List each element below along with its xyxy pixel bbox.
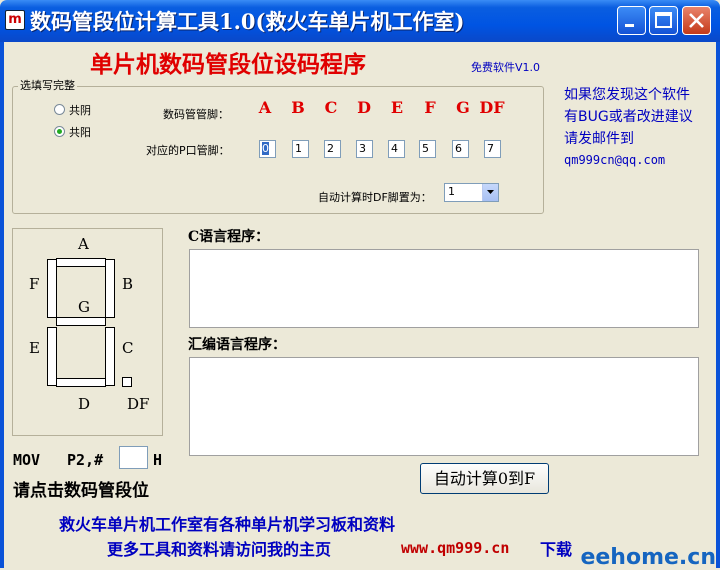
minimize-button[interactable]: [617, 6, 646, 35]
watermark: eehome.cn: [580, 545, 716, 570]
diagram-label-a: A: [78, 235, 89, 253]
window-frame-right: [716, 42, 720, 568]
hint-text: 请点击数码管段位: [13, 481, 149, 501]
diagram-label-e: E: [29, 339, 40, 357]
c-code-textarea[interactable]: [189, 249, 699, 328]
segment-letter-g: G: [456, 98, 470, 117]
asm-code-textarea[interactable]: [189, 357, 699, 456]
diagram-label-g: G: [78, 298, 90, 316]
radio-common-anode[interactable]: [54, 126, 65, 137]
pin-input-d[interactable]: 3: [356, 140, 373, 158]
c-code-label: C语言程序：: [188, 229, 270, 245]
radio-common-cathode-label[interactable]: 共阴: [69, 102, 91, 118]
pin-input-c[interactable]: 2: [324, 140, 341, 158]
footer-line-2-suffix: 下载: [540, 540, 573, 559]
segment-letter-c: C: [324, 98, 338, 117]
minimize-icon: [625, 24, 634, 27]
auto-calc-button[interactable]: 自动计算0到F: [420, 463, 549, 494]
asm-code-label: 汇编语言程序：: [188, 337, 286, 353]
close-button[interactable]: [682, 6, 711, 35]
pin-input-g[interactable]: 6: [452, 140, 469, 158]
segment-df[interactable]: [122, 377, 132, 387]
port-pin-label: 对应的P口管脚：: [146, 144, 230, 157]
info-line: 有BUG或者改进建议: [564, 109, 693, 125]
segment-b[interactable]: [105, 259, 115, 318]
mov-op-label: MOV: [13, 451, 41, 469]
window-title: 数码管段位计算工具1.0(救火车单片机工作室): [30, 9, 465, 34]
df-select[interactable]: 1: [444, 183, 499, 202]
diagram-label-d: D: [78, 395, 91, 413]
df-label: 自动计算时DF脚置为：: [318, 191, 432, 204]
mov-value-field[interactable]: [119, 446, 148, 469]
segment-pin-label: 数码管管脚：: [163, 108, 229, 121]
segment-letter-f: F: [424, 98, 436, 117]
segment-letter-b: B: [291, 98, 305, 117]
segment-f[interactable]: [47, 259, 57, 318]
pin-input-b[interactable]: 1: [292, 140, 309, 158]
segment-letter-d: D: [357, 98, 371, 117]
pin-input-df[interactable]: 7: [484, 140, 501, 158]
diagram-label-c: C: [122, 339, 134, 357]
footer-line-1: 救火车单片机工作室有各种单片机学习板和资料: [59, 515, 396, 534]
footer-line-2-prefix: 更多工具和资料请访问我的主页: [107, 540, 332, 559]
info-line: 请发邮件到: [564, 131, 634, 147]
mov-suffix-label: H: [153, 451, 163, 469]
contact-email: qm999cn@qq.com: [564, 153, 666, 167]
freeware-label: 免费软件V1.0: [471, 61, 541, 74]
homepage-link[interactable]: www.qm999.cn: [401, 539, 509, 557]
feedback-info: 如果您发现这个软件 有BUG或者改进建议 请发邮件到: [564, 84, 714, 150]
info-line: 如果您发现这个软件: [564, 87, 690, 103]
segment-c[interactable]: [105, 327, 115, 386]
radio-common-anode-label[interactable]: 共阳: [69, 124, 91, 140]
app-icon[interactable]: m: [5, 10, 25, 30]
radio-checked-dot: [57, 129, 62, 134]
main-heading: 单片机数码管段位设码程序: [90, 51, 366, 78]
diagram-label-b: B: [122, 275, 134, 293]
diagram-label-f: F: [29, 275, 40, 293]
pin-input-f[interactable]: 5: [419, 140, 436, 158]
segment-a[interactable]: [56, 258, 106, 267]
pin-input-a[interactable]: 0: [259, 140, 276, 158]
segment-letter-df: DF: [479, 98, 505, 117]
segment-d[interactable]: [56, 378, 106, 387]
maximize-icon: [655, 12, 672, 28]
pin-input-e[interactable]: 4: [388, 140, 405, 158]
window-frame-left: [0, 42, 4, 568]
segment-letter-a: A: [258, 98, 272, 117]
radio-common-cathode[interactable]: [54, 104, 65, 115]
diagram-label-df: DF: [127, 395, 150, 413]
segment-letter-e: E: [390, 98, 404, 117]
df-select-value: 1: [448, 185, 455, 198]
segment-g[interactable]: [56, 317, 106, 326]
maximize-button[interactable]: [649, 6, 678, 35]
chevron-down-icon: [487, 190, 494, 194]
mov-operand-label: P2,#: [67, 451, 104, 469]
options-group-label: 选填写完整: [18, 77, 77, 93]
dropdown-arrow-button[interactable]: [482, 184, 498, 201]
close-icon: [689, 13, 704, 28]
